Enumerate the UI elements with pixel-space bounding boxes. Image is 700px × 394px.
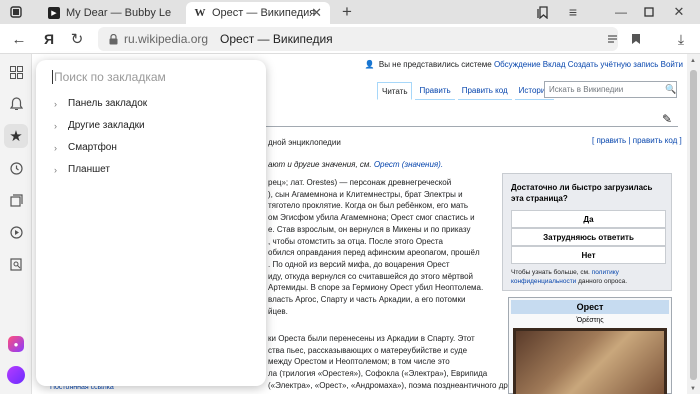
chevron-right-icon: › bbox=[54, 164, 57, 175]
tab-title: Орест — Википедия bbox=[212, 7, 316, 19]
reader-mode-icon[interactable] bbox=[604, 30, 620, 48]
chevron-right-icon: › bbox=[54, 142, 57, 153]
not-logged-in-text: Вы не представились системе bbox=[378, 60, 492, 69]
tab-wikipedia[interactable]: W Орест — Википедия ✕ bbox=[186, 2, 330, 24]
scroll-thumb[interactable] bbox=[690, 70, 697, 380]
paragraph-line: ом Эгисфом убила Агамемнона; Орест смог … bbox=[268, 213, 475, 223]
tab-edit-source[interactable]: Править код bbox=[457, 82, 512, 100]
paragraph-line: , чтобы отомстить за отца. После этого О… bbox=[268, 236, 443, 246]
yandex-logo-icon[interactable]: Я bbox=[40, 30, 58, 48]
talk-link[interactable]: Обсуждение bbox=[494, 60, 541, 69]
infobox-title: Орест bbox=[511, 300, 669, 314]
page-actions-tabs: Читать Править Править код История bbox=[377, 82, 557, 100]
paragraph-line: тяготело проклятие. Когда он был ребёнко… bbox=[268, 201, 469, 211]
scroll-up-icon[interactable]: ▲ bbox=[690, 58, 696, 64]
browser-sidebar: ★ ● bbox=[0, 54, 32, 394]
intro-paragraph: рец»; лат. Orestes) — персонаж древнегре… bbox=[268, 177, 498, 317]
bookmarks-panel: Поиск по закладкам › Панель закладок › Дру… bbox=[36, 60, 266, 386]
survey-unsure-button[interactable]: Затрудняюсь ответить bbox=[511, 228, 666, 246]
folder-label: Другие закладки bbox=[68, 120, 145, 131]
paragraph-line: Артемиды. В споре за Гермиону Орест убил… bbox=[268, 283, 484, 293]
maximize-icon[interactable] bbox=[640, 3, 658, 21]
paragraph-line: . По одной из версий мифа, до воцарения … bbox=[268, 259, 450, 269]
address-bar[interactable]: ru.wikipedia.org Орест — Википедия bbox=[98, 27, 618, 51]
bookmarks-collection-icon[interactable] bbox=[534, 3, 552, 21]
survey-yes-button[interactable]: Да bbox=[511, 210, 666, 228]
tab-bubby[interactable]: ▶ My Dear — Bubby Le bbox=[40, 2, 186, 24]
heading-divider bbox=[266, 126, 678, 127]
survey-no-button[interactable]: Нет bbox=[511, 246, 666, 264]
close-window-icon[interactable]: ✕ bbox=[670, 3, 688, 21]
user-icon: 👤 bbox=[364, 60, 375, 69]
paragraph-line: обился оправдания перед афинским ареопаг… bbox=[268, 248, 480, 258]
bookmark-folder-smartphone[interactable]: › Смартфон bbox=[54, 142, 117, 153]
apps-grid-icon[interactable] bbox=[6, 62, 26, 82]
folder-label: Планшет bbox=[68, 164, 110, 175]
paragraph-line: ), сын Агамемнона и Клитемнестры, брат Э… bbox=[268, 189, 463, 199]
page-speed-survey: Достаточно ли быстро загрузилась эта стр… bbox=[502, 173, 672, 291]
folder-label: Панель закладок bbox=[68, 98, 148, 109]
bookmarks-star-icon[interactable]: ★ bbox=[4, 124, 28, 148]
history-icon[interactable] bbox=[6, 158, 26, 178]
youtube-icon: ▶ bbox=[48, 7, 60, 19]
section-edit-links[interactable]: [ править | править код ] bbox=[592, 136, 682, 145]
text-cursor bbox=[52, 70, 53, 84]
wiki-search-icon[interactable]: 🔍 bbox=[665, 84, 676, 95]
address-domain: ru.wikipedia.org bbox=[124, 32, 209, 46]
contributions-link[interactable]: Вклад bbox=[543, 60, 566, 69]
scroll-down-icon[interactable]: ▼ bbox=[690, 386, 696, 392]
tab-edit[interactable]: Править bbox=[415, 82, 455, 100]
survey-note: Чтобы узнать больше, см. политику конфид… bbox=[511, 268, 669, 286]
bookmarks-search-placeholder: Поиск по закладкам bbox=[54, 70, 166, 84]
tab-title: My Dear — Bubby Le bbox=[66, 7, 172, 19]
paragraph-line: йцев. bbox=[268, 306, 288, 316]
bookmarks-search-input[interactable]: Поиск по закладкам bbox=[52, 70, 166, 84]
lock-icon bbox=[102, 33, 124, 45]
bookmark-folder-panel[interactable]: › Панель закладок bbox=[54, 98, 147, 109]
bookmark-folder-other[interactable]: › Другие закладки bbox=[54, 120, 145, 131]
login-link[interactable]: Войти bbox=[661, 60, 683, 69]
paragraph-line: е. Став взрослым, он вернулся в Микены и… bbox=[268, 224, 471, 234]
address-title: Орест — Википедия bbox=[220, 32, 333, 46]
page-scrollbar[interactable]: ▲ ▼ bbox=[687, 54, 700, 394]
chevron-right-icon: › bbox=[54, 98, 57, 109]
bookmark-page-icon[interactable] bbox=[628, 30, 644, 48]
chevron-right-icon: › bbox=[54, 120, 57, 131]
folder-label: Смартфон bbox=[68, 142, 117, 153]
notifications-icon[interactable] bbox=[6, 94, 26, 114]
tabs-overview-icon[interactable] bbox=[8, 4, 24, 20]
collections-icon[interactable] bbox=[6, 190, 26, 210]
wiki-logo-placeholder: ✎ bbox=[662, 112, 673, 126]
wiki-search-input[interactable]: Искать в Википедии bbox=[544, 81, 677, 98]
hatnote-text: ают и другие значения, см. bbox=[268, 160, 374, 169]
search-image-icon[interactable] bbox=[6, 254, 26, 274]
reload-icon[interactable]: ↻ bbox=[68, 30, 86, 48]
paragraph-line: иду, откуда вернулся со считавшейся до э… bbox=[268, 271, 474, 281]
back-icon[interactable]: ← bbox=[10, 30, 28, 48]
wikipedia-icon: W bbox=[194, 7, 206, 19]
paragraph-line: власть Аргос, Спарту и часть Аркадии, а … bbox=[268, 295, 466, 305]
orestes-mosaic-image bbox=[513, 328, 667, 394]
infobox: Орест Ὀρέστης bbox=[508, 297, 672, 394]
video-icon[interactable] bbox=[6, 222, 26, 242]
alice-icon[interactable] bbox=[7, 366, 25, 384]
new-tab-icon[interactable]: + bbox=[338, 2, 356, 21]
hatnote: ают и другие значения, см. Орест (значен… bbox=[268, 160, 443, 169]
survey-question: Достаточно ли быстро загрузилась эта стр… bbox=[511, 183, 653, 203]
personal-tools: 👤 Вы не представились системе Обсуждение… bbox=[355, 60, 683, 69]
downloads-icon[interactable]: ⤓ bbox=[672, 30, 690, 48]
paragraph-line: рец»; лат. Orestes) — персонаж древнегре… bbox=[268, 178, 452, 187]
tab-read[interactable]: Читать bbox=[377, 82, 413, 100]
infobox-greek-name: Ὀρέστης bbox=[576, 317, 604, 324]
bookmark-folder-tablet[interactable]: › Планшет bbox=[54, 164, 110, 175]
disambiguation-link[interactable]: Орест (значения). bbox=[374, 160, 443, 169]
minimize-icon[interactable]: — bbox=[612, 3, 630, 21]
close-tab-icon[interactable]: ✕ bbox=[311, 5, 322, 21]
survey-note-end: данного опроса. bbox=[576, 278, 628, 285]
menu-icon[interactable]: ≡ bbox=[564, 3, 582, 21]
site-subtitle: дной энциклопедии bbox=[268, 138, 341, 147]
survey-note-text: Чтобы узнать больше, см. bbox=[511, 269, 592, 276]
messenger-icon[interactable]: ● bbox=[8, 336, 24, 352]
create-account-link[interactable]: Создать учётную запись bbox=[568, 60, 659, 69]
